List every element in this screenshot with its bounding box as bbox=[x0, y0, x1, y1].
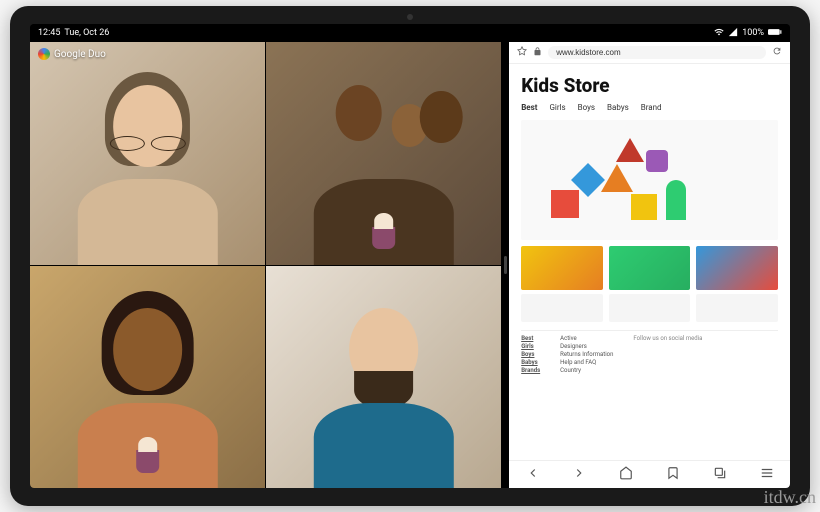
website-content: Kids Store Best Girls Boys Babys Brand bbox=[509, 64, 790, 460]
video-app-label: Google Duo bbox=[38, 48, 106, 60]
product-thumb[interactable] bbox=[696, 294, 778, 322]
split-screen-content: Google Duo bbox=[30, 42, 790, 488]
google-duo-icon bbox=[38, 48, 50, 60]
social-label: Follow us on social media bbox=[633, 335, 702, 342]
status-bar: 12:45 Tue, Oct 26 100% bbox=[30, 24, 790, 42]
watermark: itdw.cn bbox=[764, 487, 816, 508]
nav-home-icon[interactable] bbox=[619, 465, 633, 484]
refresh-icon[interactable] bbox=[772, 46, 782, 59]
footer-link[interactable]: Country bbox=[560, 367, 613, 374]
video-app-name: Google Duo bbox=[54, 49, 106, 60]
front-camera bbox=[407, 14, 413, 20]
battery-pct: 100% bbox=[742, 28, 764, 38]
footer-link[interactable]: Brands bbox=[521, 367, 540, 374]
wifi-icon bbox=[714, 27, 724, 40]
product-thumb[interactable] bbox=[609, 294, 691, 322]
product-row-2 bbox=[521, 294, 778, 322]
site-footer: Best Girls Boys Babys Brands Active Desi… bbox=[521, 330, 778, 374]
nav-tabs-icon[interactable] bbox=[713, 465, 727, 484]
tab-babys[interactable]: Babys bbox=[607, 103, 629, 112]
browser-bottom-nav bbox=[509, 460, 790, 488]
status-date: Tue, Oct 26 bbox=[64, 28, 109, 38]
tab-boys[interactable]: Boys bbox=[578, 103, 595, 112]
footer-link[interactable]: Designers bbox=[560, 343, 613, 350]
nav-forward-icon[interactable] bbox=[572, 465, 586, 484]
tab-best[interactable]: Best bbox=[521, 103, 537, 112]
tablet-device: 12:45 Tue, Oct 26 100% Goog bbox=[10, 6, 810, 506]
footer-link[interactable]: Boys bbox=[521, 351, 540, 358]
hero-product-image[interactable] bbox=[521, 120, 778, 240]
category-tabs: Best Girls Boys Babys Brand bbox=[521, 103, 778, 112]
video-participant-4[interactable] bbox=[266, 266, 501, 489]
nav-bookmark-icon[interactable] bbox=[666, 465, 680, 484]
url-field[interactable] bbox=[548, 46, 766, 59]
video-call-pane[interactable]: Google Duo bbox=[30, 42, 501, 488]
product-thumb[interactable] bbox=[521, 246, 603, 290]
favorite-icon[interactable] bbox=[517, 46, 527, 59]
tab-brand[interactable]: Brand bbox=[641, 103, 662, 112]
product-thumb[interactable] bbox=[521, 294, 603, 322]
signal-icon bbox=[728, 27, 738, 40]
footer-link[interactable]: Girls bbox=[521, 343, 540, 350]
nav-back-icon[interactable] bbox=[526, 465, 540, 484]
browser-pane: Kids Store Best Girls Boys Babys Brand bbox=[509, 42, 790, 488]
nav-menu-icon[interactable] bbox=[760, 465, 774, 484]
tab-girls[interactable]: Girls bbox=[549, 103, 565, 112]
video-participant-2[interactable] bbox=[266, 42, 501, 265]
video-participant-1[interactable] bbox=[30, 42, 265, 265]
footer-link[interactable]: Active bbox=[560, 335, 613, 342]
footer-link[interactable]: Babys bbox=[521, 359, 540, 366]
footer-link[interactable]: Best bbox=[521, 335, 540, 342]
footer-link[interactable]: Returns Information bbox=[560, 351, 613, 358]
split-divider-handle[interactable] bbox=[503, 42, 507, 488]
video-participant-3[interactable] bbox=[30, 266, 265, 489]
footer-link[interactable]: Help and FAQ bbox=[560, 359, 613, 366]
browser-url-bar bbox=[509, 42, 790, 64]
screen: 12:45 Tue, Oct 26 100% Goog bbox=[30, 24, 790, 488]
status-time: 12:45 bbox=[38, 28, 60, 38]
lock-icon bbox=[533, 47, 542, 59]
product-thumb[interactable] bbox=[609, 246, 691, 290]
product-row-1 bbox=[521, 246, 778, 290]
product-thumb[interactable] bbox=[696, 246, 778, 290]
battery-icon bbox=[768, 28, 782, 39]
site-title: Kids Store bbox=[521, 74, 778, 97]
